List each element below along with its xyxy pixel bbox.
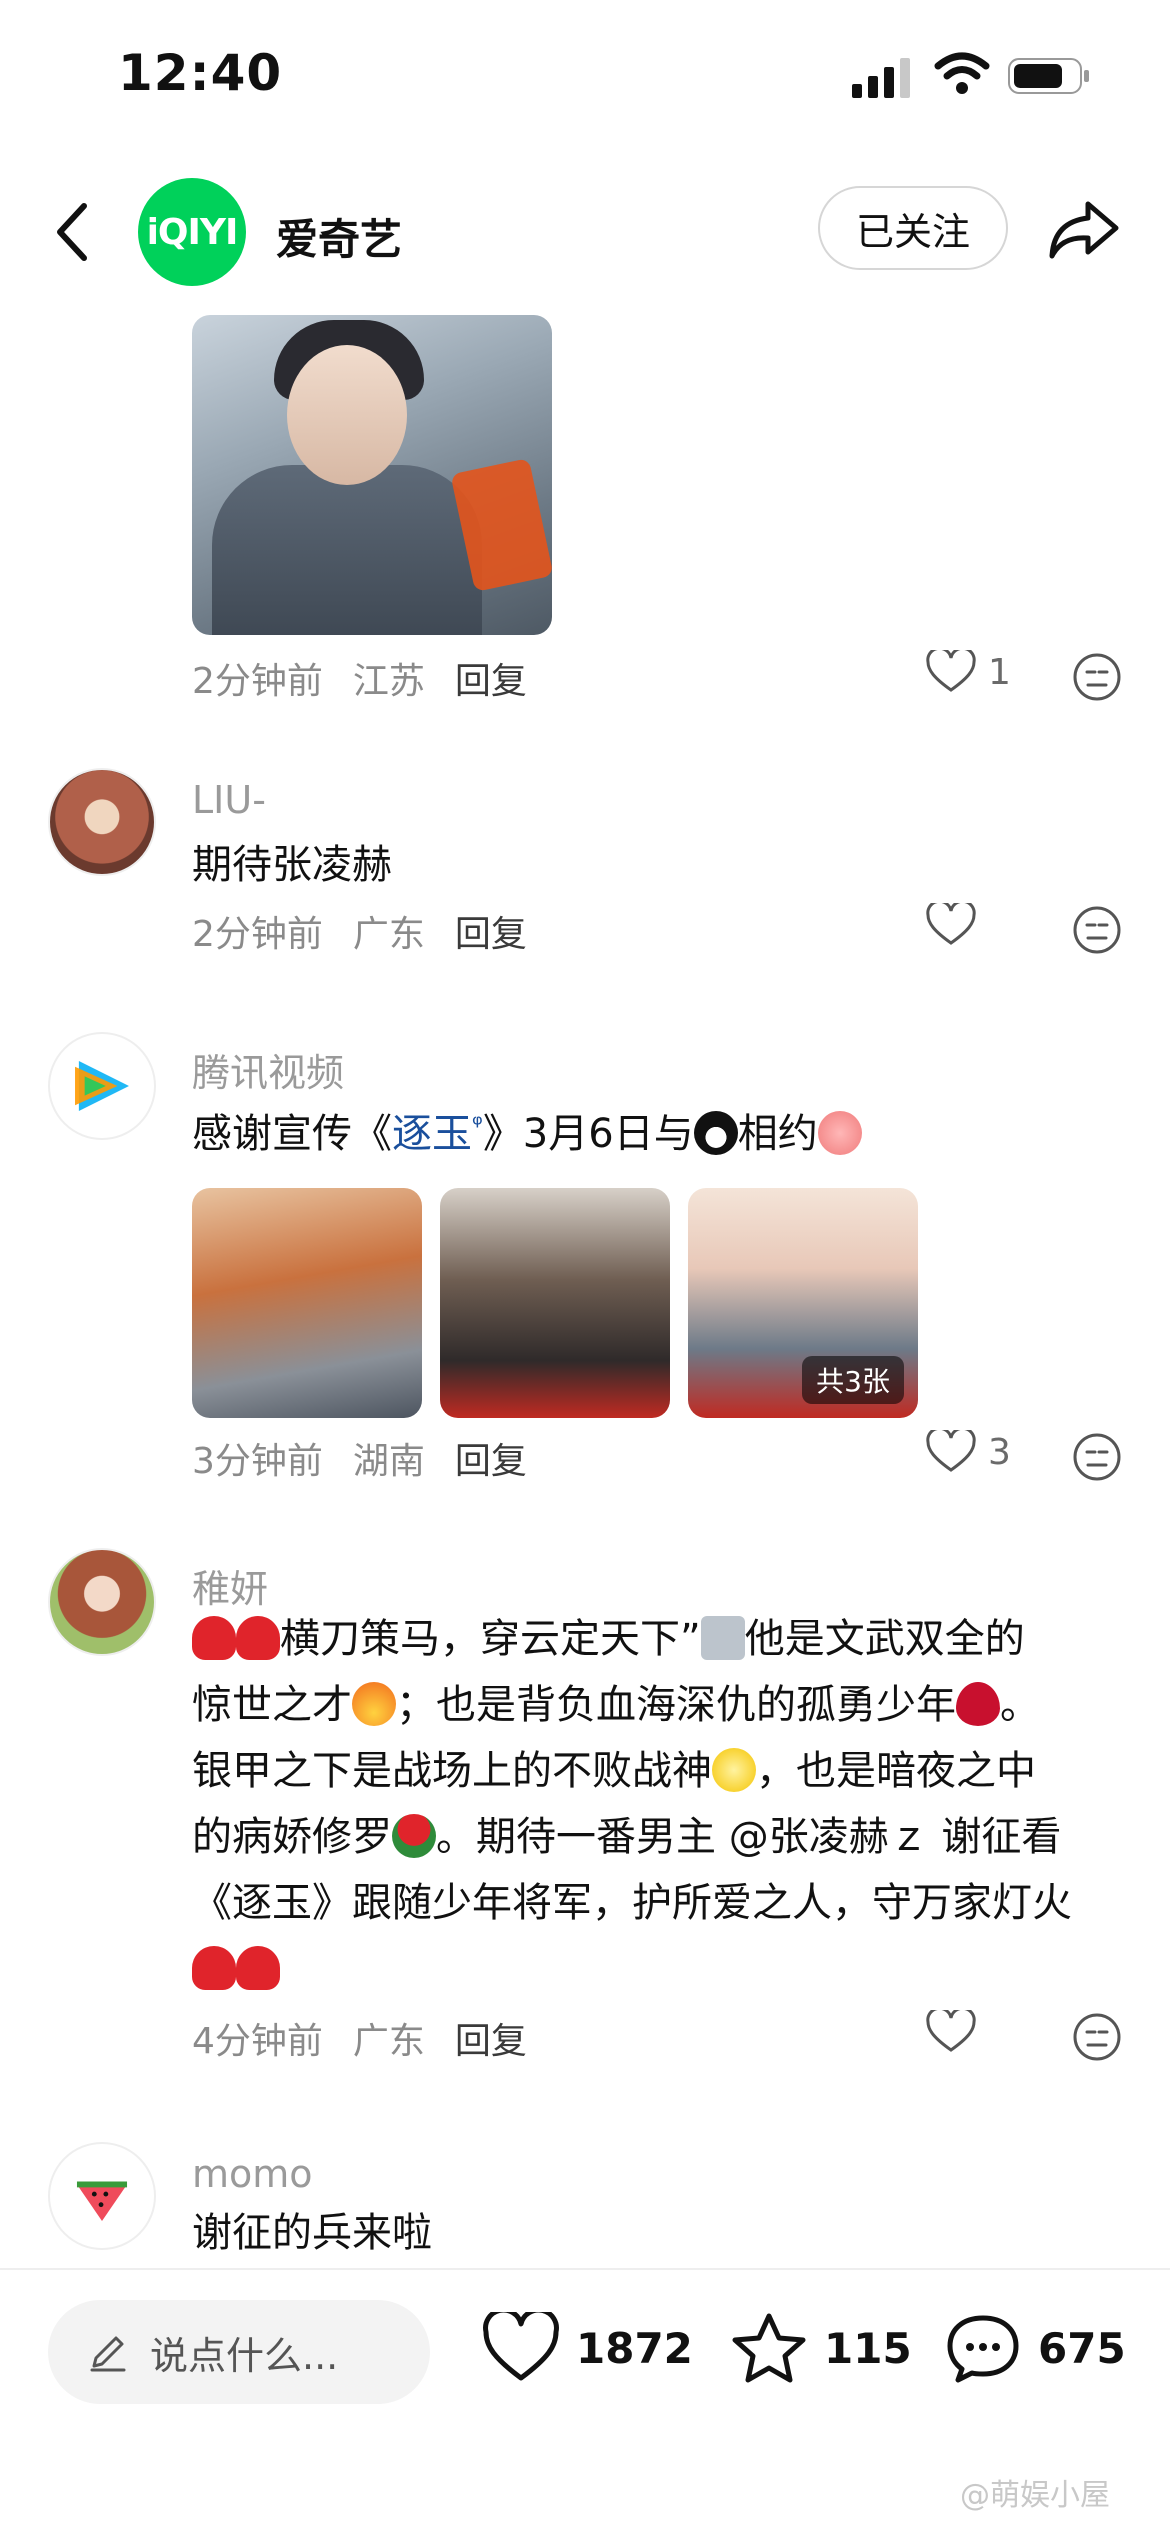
chevron-left-icon[interactable]	[50, 200, 94, 264]
red-heart-emoji-icon	[192, 1946, 236, 1990]
crossed-swords-emoji-icon	[700, 1616, 745, 1660]
comment-text: 谢征的兵来啦	[192, 2210, 432, 2256]
red-heart-emoji-icon	[192, 1616, 236, 1660]
bottom-action-bar: 说点什么... 1872 115 675	[0, 2268, 1170, 2408]
search-icon: ᵠ	[472, 1110, 483, 1140]
heart-icon	[926, 650, 976, 692]
watermelon-icon	[76, 2181, 128, 2222]
fire-emoji-icon	[352, 1682, 396, 1726]
like-button[interactable]: 1	[926, 650, 1011, 694]
account-name[interactable]: 爱奇艺	[276, 206, 402, 267]
penguin-emoji-icon	[693, 1111, 738, 1155]
follow-button[interactable]: 已关注	[818, 186, 1008, 270]
heart-icon	[926, 2010, 976, 2052]
dizzy-emoji-icon	[712, 1748, 756, 1792]
tencent-video-logo-icon	[75, 1060, 129, 1112]
heart-icon	[926, 903, 976, 945]
like-count: 3	[988, 1431, 1011, 1473]
comment-image[interactable]	[192, 315, 552, 635]
heart-icon	[926, 1430, 976, 1472]
status-time: 12:40	[118, 44, 283, 102]
wifi-icon	[934, 52, 990, 94]
comment-meta: 2分钟前 广东 回复	[192, 905, 527, 957]
blush-emoji-icon	[817, 1111, 862, 1155]
like-total: 1872	[576, 2323, 693, 2373]
favorite-button[interactable]: 115	[730, 2312, 912, 2384]
avatar[interactable]	[48, 1032, 156, 1140]
avatar[interactable]	[48, 1548, 156, 1656]
comment-total: 675	[1038, 2323, 1126, 2373]
avatar[interactable]	[48, 2142, 156, 2250]
image-count-badge: 共3张	[802, 1356, 904, 1404]
comment-location: 广东	[352, 914, 425, 955]
reply-button[interactable]: 回复	[455, 1432, 527, 1484]
comment-meta: 3分钟前 湖南 回复	[192, 1432, 527, 1484]
red-heart-emoji-icon	[236, 1946, 280, 1990]
emoji-reaction-icon[interactable]	[1072, 652, 1122, 702]
share-icon[interactable]	[1046, 198, 1122, 262]
like-button[interactable]	[926, 2010, 976, 2054]
account-logo[interactable]: iQIYI	[138, 178, 246, 286]
reply-button[interactable]: 回复	[455, 905, 527, 957]
comment-time: 3分钟前	[192, 1441, 323, 1482]
signal-icon	[852, 58, 910, 98]
avatar[interactable]	[48, 768, 156, 876]
top-nav: iQIYI 爱奇艺 已关注	[0, 170, 1170, 290]
comment-location: 广东	[352, 2021, 425, 2062]
comment-input[interactable]: 说点什么...	[48, 2300, 430, 2404]
comment-time: 4分钟前	[192, 2021, 323, 2062]
comments-button[interactable]: 675	[944, 2312, 1126, 2384]
pencil-icon	[90, 2336, 126, 2372]
comment-image[interactable]: 共3张	[688, 1188, 918, 1418]
emoji-reaction-icon[interactable]	[1072, 2012, 1122, 2062]
comment-meta: 4分钟前 广东 回复	[192, 2012, 527, 2064]
comment-time: 2分钟前	[192, 661, 323, 702]
like-count: 1	[988, 651, 1011, 693]
comment-text: 期待张凌赫	[192, 842, 392, 888]
drop-of-blood-emoji-icon	[956, 1682, 1000, 1726]
like-button[interactable]	[926, 903, 976, 947]
battery-icon	[1008, 58, 1089, 94]
rose-emoji-icon	[392, 1814, 436, 1858]
like-post-button[interactable]: 1872	[482, 2312, 693, 2384]
comment-username[interactable]: momo	[192, 2152, 313, 2196]
comment-username[interactable]: 稚妍	[192, 1558, 268, 1613]
comment-time: 2分钟前	[192, 914, 323, 955]
comment-bubble-icon	[947, 2315, 1019, 2383]
comment-list[interactable]: 2分钟前 江苏 回复 1 LIU- 期待张凌赫 2分钟前 广东 回复 腾讯视频 …	[0, 300, 1170, 2265]
comment-image[interactable]	[440, 1188, 670, 1418]
comment-meta: 2分钟前 江苏 回复	[192, 652, 527, 704]
comment-username[interactable]: 腾讯视频	[192, 1042, 344, 1097]
red-heart-emoji-icon	[236, 1616, 280, 1660]
comment-location: 湖南	[352, 1441, 425, 1482]
comment-images: 共3张	[192, 1188, 952, 1418]
emoji-reaction-icon[interactable]	[1072, 1432, 1122, 1482]
comment-text: 感谢宣传《逐玉ᵠ》3月6日与 相约	[192, 1092, 1122, 1167]
favorite-total: 115	[824, 2323, 912, 2373]
reply-button[interactable]: 回复	[455, 2012, 527, 2064]
comment-image[interactable]	[192, 1188, 422, 1418]
star-icon	[732, 2313, 806, 2383]
status-bar: 12:40	[0, 0, 1170, 150]
topic-link[interactable]: 逐玉	[392, 1111, 472, 1157]
heart-icon	[483, 2312, 559, 2381]
reply-button[interactable]: 回复	[455, 652, 527, 704]
emoji-reaction-icon[interactable]	[1072, 905, 1122, 955]
watermark: @萌娱小屋	[960, 2478, 1110, 2513]
comment-username[interactable]: LIU-	[192, 778, 266, 822]
comment-input-placeholder: 说点什么...	[150, 2333, 339, 2378]
comment-location: 江苏	[352, 661, 425, 702]
like-button[interactable]: 3	[926, 1430, 1011, 1474]
comment-text: 横刀策马，穿云定天下” 他是文武双全的 惊世之才 ；也是背负血海深仇的孤勇少年。 银…	[192, 1606, 1122, 2002]
